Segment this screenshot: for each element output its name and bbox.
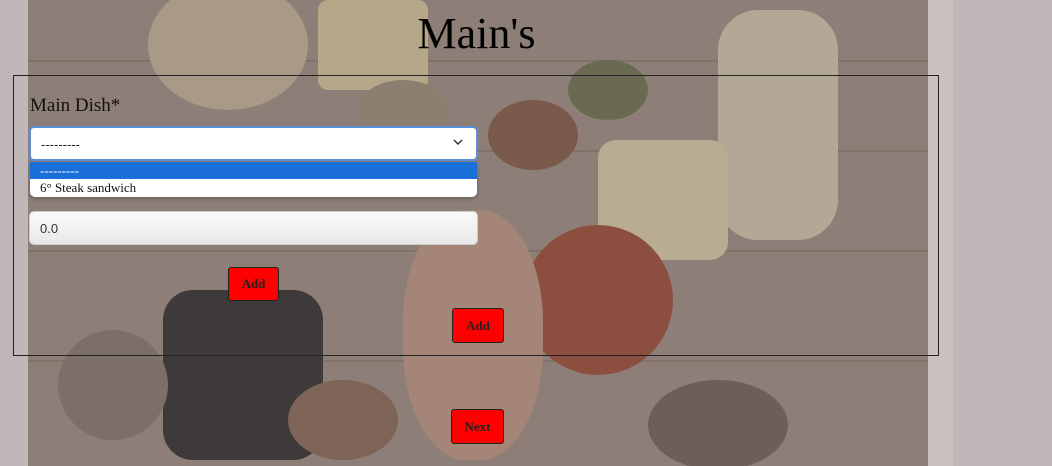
dropdown-option-steak-sandwich[interactable]: 6° Steak sandwich — [30, 179, 477, 196]
main-dish-select[interactable]: --------- — [29, 126, 478, 161]
main-dish-label: Main Dish* — [30, 95, 121, 116]
next-button[interactable]: Next — [451, 409, 504, 444]
main-dish-dropdown: --------- 6° Steak sandwich — [30, 162, 477, 197]
chevron-down-icon — [453, 139, 463, 146]
add-main-button[interactable]: Add — [452, 308, 504, 343]
main-dish-selected-value: --------- — [41, 137, 80, 152]
add-item-button[interactable]: Add — [228, 267, 279, 301]
dropdown-option-empty[interactable]: --------- — [30, 162, 477, 179]
main-dish-form: Main Dish* --------- --------- 6° Steak … — [13, 75, 939, 356]
page-margin — [953, 0, 1052, 466]
page-title: Main's — [417, 9, 536, 58]
price-input[interactable]: 0.0 — [29, 211, 478, 245]
page: Main's Main Dish* --------- --------- 6°… — [0, 0, 1052, 466]
